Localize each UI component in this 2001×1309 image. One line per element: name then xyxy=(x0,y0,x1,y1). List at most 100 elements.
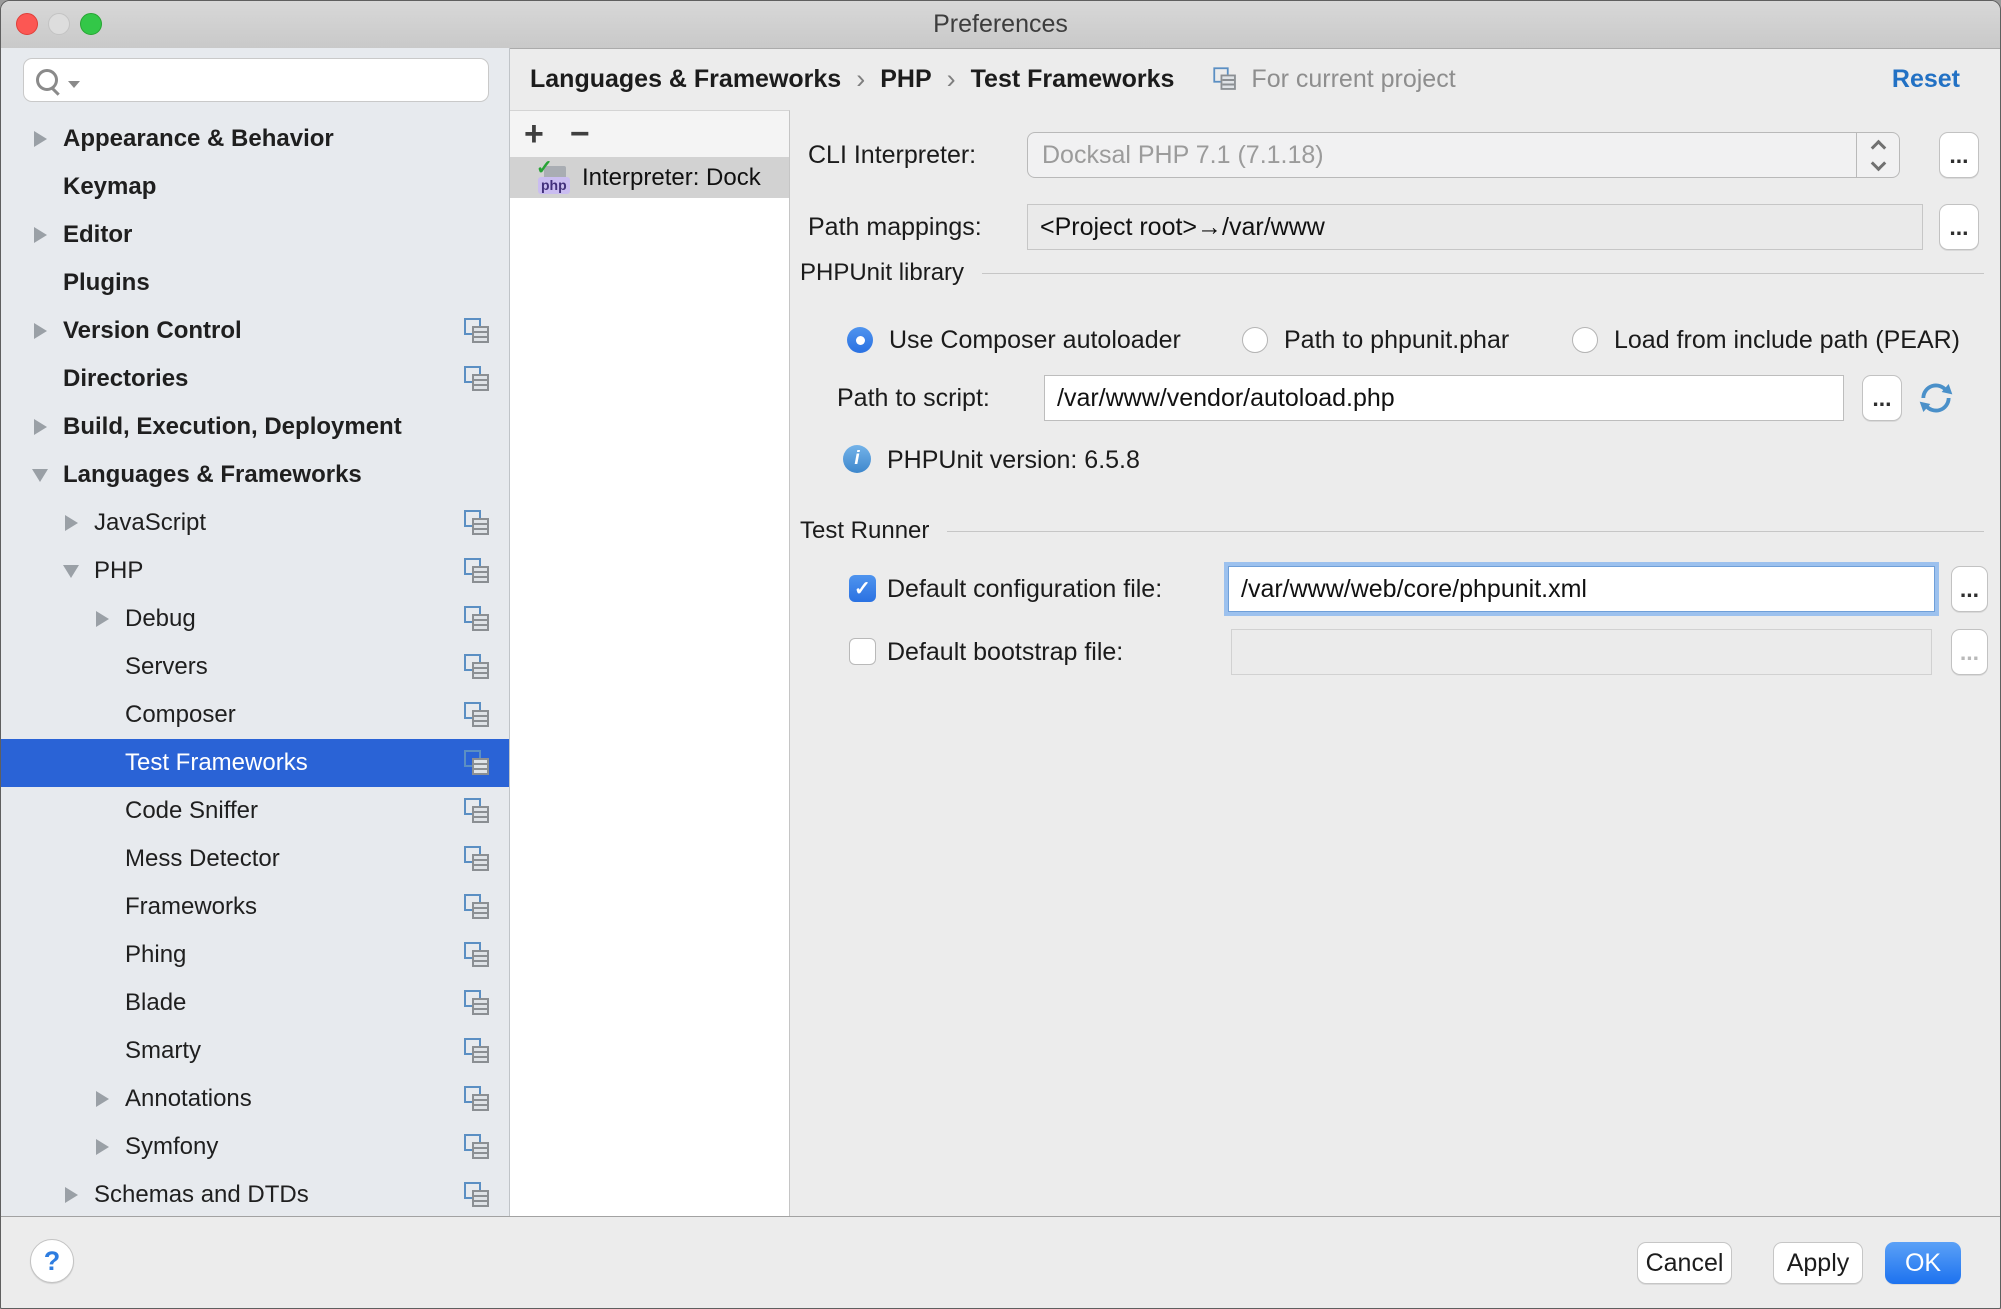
phpunit-library-section-title: PHPUnit library xyxy=(800,259,964,287)
radio-option-path-to-phpunit-phar[interactable]: Path to phpunit.phar xyxy=(1242,315,1509,365)
sidebar-item-label: Mess Detector xyxy=(125,845,280,873)
default-bootstrap-file-checkbox[interactable] xyxy=(849,638,876,665)
footer-bar: ? Cancel Apply OK xyxy=(1,1216,2000,1308)
interpreter-list-item[interactable]: ✓ php Interpreter: Dock xyxy=(510,157,789,198)
per-project-settings-icon xyxy=(464,654,491,681)
triangle-right-icon[interactable] xyxy=(91,1091,113,1107)
cli-interpreter-combobox[interactable]: Docksal PHP 7.1 (7.1.18) xyxy=(1027,132,1900,178)
sidebar-item-keymap[interactable]: Keymap xyxy=(1,163,509,211)
path-mappings-browse-button[interactable]: ... xyxy=(1939,204,1979,250)
triangle-right-icon[interactable] xyxy=(91,1139,113,1155)
triangle-right-icon[interactable] xyxy=(60,1187,82,1203)
sidebar-item-plugins[interactable]: Plugins xyxy=(1,259,509,307)
sidebar-item-label: PHP xyxy=(94,557,143,585)
radio-option-label: Load from include path (PEAR) xyxy=(1614,326,1960,355)
sidebar-item-editor[interactable]: Editor xyxy=(1,211,509,259)
sidebar-item-frameworks[interactable]: Frameworks xyxy=(1,883,509,931)
cancel-button[interactable]: Cancel xyxy=(1637,1242,1732,1284)
cli-interpreter-label: CLI Interpreter: xyxy=(808,132,976,178)
sidebar-item-label: Directories xyxy=(63,365,188,393)
sidebar-item-composer[interactable]: Composer xyxy=(1,691,509,739)
path-to-script-browse-button[interactable]: ... xyxy=(1862,375,1902,421)
sidebar-item-test-frameworks[interactable]: Test Frameworks xyxy=(1,739,509,787)
per-project-settings-icon xyxy=(464,942,491,969)
path-to-script-field[interactable] xyxy=(1044,375,1844,421)
settings-search-box[interactable] xyxy=(23,58,489,102)
search-input[interactable] xyxy=(80,61,488,99)
radio-option-use-composer-autoloader[interactable]: Use Composer autoloader xyxy=(847,315,1181,365)
breadcrumb-segment-php[interactable]: PHP xyxy=(880,65,931,94)
sidebar-item-symfony[interactable]: Symfony xyxy=(1,1123,509,1171)
sidebar-item-build-execution-deployment[interactable]: Build, Execution, Deployment xyxy=(1,403,509,451)
breadcrumb-separator-icon: › xyxy=(947,64,956,95)
default-bootstrap-file-browse-button: ... xyxy=(1951,629,1988,675)
chevron-down-icon xyxy=(1870,155,1886,171)
add-interpreter-button[interactable]: + xyxy=(524,114,544,154)
default-configuration-file-input[interactable] xyxy=(1229,567,1934,611)
triangle-right-icon[interactable] xyxy=(29,131,51,147)
default-bootstrap-file-input xyxy=(1232,630,1931,674)
sidebar-item-appearance-behavior[interactable]: Appearance & Behavior xyxy=(1,115,509,163)
path-to-script-input[interactable] xyxy=(1045,376,1843,420)
radio-unselected-icon[interactable] xyxy=(1572,327,1598,353)
triangle-down-icon[interactable] xyxy=(29,469,51,482)
sidebar-item-mess-detector[interactable]: Mess Detector xyxy=(1,835,509,883)
triangle-right-icon[interactable] xyxy=(29,419,51,435)
sidebar-item-debug[interactable]: Debug xyxy=(1,595,509,643)
breadcrumb-segment-languages-frameworks[interactable]: Languages & Frameworks xyxy=(530,65,841,94)
sidebar-item-phing[interactable]: Phing xyxy=(1,931,509,979)
per-project-settings-icon xyxy=(464,750,491,777)
radio-selected-icon[interactable] xyxy=(847,327,873,353)
triangle-right-icon[interactable] xyxy=(60,515,82,531)
close-window-icon[interactable] xyxy=(16,13,38,35)
sidebar-item-version-control[interactable]: Version Control xyxy=(1,307,509,355)
per-project-settings-icon xyxy=(464,1134,491,1161)
default-configuration-file-browse-button[interactable]: ... xyxy=(1951,566,1988,612)
sidebar-item-schemas-and-dtds[interactable]: Schemas and DTDs xyxy=(1,1171,509,1217)
breadcrumb: Languages & Frameworks › PHP › Test Fram… xyxy=(510,48,2000,110)
sidebar-item-annotations[interactable]: Annotations xyxy=(1,1075,509,1123)
sidebar-item-smarty[interactable]: Smarty xyxy=(1,1027,509,1075)
sidebar-item-servers[interactable]: Servers xyxy=(1,643,509,691)
triangle-right-icon[interactable] xyxy=(29,227,51,243)
per-project-settings-icon xyxy=(464,798,491,825)
sidebar-item-javascript[interactable]: JavaScript xyxy=(1,499,509,547)
sidebar-item-directories[interactable]: Directories xyxy=(1,355,509,403)
interpreter-list-item-label: Interpreter: Dock xyxy=(582,164,761,192)
triangle-right-icon[interactable] xyxy=(91,611,113,627)
minimize-window-icon[interactable] xyxy=(48,13,70,35)
section-divider xyxy=(982,273,1984,274)
scope-label: For current project xyxy=(1251,65,1455,94)
cli-interpreter-browse-button[interactable]: ... xyxy=(1939,132,1979,178)
help-button[interactable]: ? xyxy=(30,1239,74,1283)
remove-interpreter-button[interactable]: − xyxy=(570,114,590,154)
radio-option-label: Path to phpunit.phar xyxy=(1284,326,1509,355)
default-configuration-file-checkbox[interactable] xyxy=(849,575,876,602)
breadcrumb-segment-test-frameworks[interactable]: Test Frameworks xyxy=(971,65,1175,94)
preferences-window: Preferences Appearance & BehaviorKeymapE… xyxy=(0,0,2001,1309)
reset-link[interactable]: Reset xyxy=(1892,65,1960,94)
path-mappings-field[interactable] xyxy=(1027,204,1923,250)
per-project-settings-icon xyxy=(464,1038,491,1065)
sidebar-item-blade[interactable]: Blade xyxy=(1,979,509,1027)
section-divider xyxy=(947,531,1984,532)
sidebar-item-label: Smarty xyxy=(125,1037,201,1065)
sidebar-item-languages-frameworks[interactable]: Languages & Frameworks xyxy=(1,451,509,499)
sidebar-item-code-sniffer[interactable]: Code Sniffer xyxy=(1,787,509,835)
radio-unselected-icon[interactable] xyxy=(1242,327,1268,353)
reload-phpunit-version-icon[interactable] xyxy=(1916,378,1956,418)
ok-button[interactable]: OK xyxy=(1885,1242,1961,1284)
path-mappings-input[interactable] xyxy=(1028,205,1922,249)
sidebar-item-php[interactable]: PHP xyxy=(1,547,509,595)
triangle-right-icon[interactable] xyxy=(29,323,51,339)
apply-button[interactable]: Apply xyxy=(1773,1242,1863,1284)
radio-option-load-from-include-path-pear[interactable]: Load from include path (PEAR) xyxy=(1572,315,1960,365)
per-project-settings-icon xyxy=(464,702,491,729)
sidebar-item-label: Plugins xyxy=(63,269,150,297)
maximize-window-icon[interactable] xyxy=(80,13,102,35)
path-to-script-label: Path to script: xyxy=(837,375,990,421)
combobox-stepper[interactable] xyxy=(1856,133,1899,177)
default-configuration-file-field[interactable] xyxy=(1228,566,1935,612)
triangle-down-icon[interactable] xyxy=(60,565,82,578)
search-options-caret-icon[interactable] xyxy=(68,81,80,88)
